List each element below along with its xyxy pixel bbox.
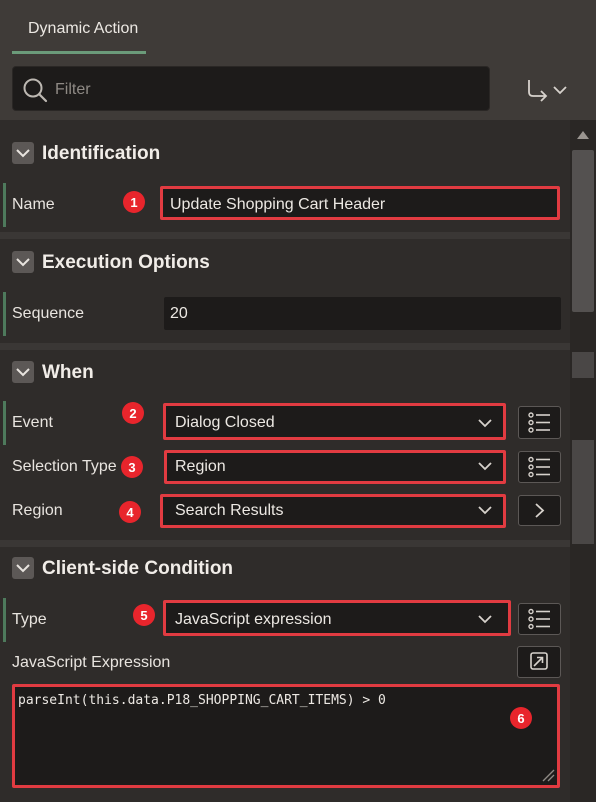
sequence-value: 20 [170,305,188,322]
region-value: Search Results [175,502,284,519]
callout-badge: 1 [123,191,145,213]
section-title-when: When [42,362,94,383]
name-value: Update Shopping Cart Header [170,196,386,213]
sequence-label: Sequence [12,305,85,322]
scrollbar-marker [572,440,594,544]
chevron-down-icon [478,462,492,471]
region-goto-button[interactable] [518,495,561,526]
callout-badge: 4 [119,501,141,523]
section-title-identification: Identification [42,143,161,164]
callout-badge: 5 [133,604,155,626]
section-toggle-execution[interactable] [12,251,34,273]
scroll-up-icon[interactable] [576,128,590,140]
search-input[interactable] [55,78,475,102]
chevron-down-icon [478,419,492,428]
selection-type-list-button[interactable] [518,451,561,483]
chevron-down-icon [16,149,30,158]
required-indicator [3,292,6,336]
chevron-down-icon [16,258,30,267]
expand-icon [530,652,548,670]
section-divider [0,232,570,239]
section-divider [0,540,570,547]
section-toggle-condition[interactable] [12,557,34,579]
list-icon [528,412,550,433]
callout-badge: 6 [510,707,532,729]
scrollbar-marker [572,352,594,378]
selection-type-label: Selection Type [12,458,117,475]
scrollbar-thumb[interactable] [572,150,594,312]
section-toggle-identification[interactable] [12,142,34,164]
tab-label: Dynamic Action [28,20,139,37]
required-indicator [3,183,6,227]
event-value: Dialog Closed [175,414,275,431]
resize-handle-icon[interactable] [541,768,555,782]
callout-badge: 2 [122,402,144,424]
type-list-button[interactable] [518,603,561,635]
required-indicator [3,401,6,445]
goto-icon[interactable] [520,76,572,104]
section-toggle-when[interactable] [12,361,34,383]
list-icon [528,608,550,630]
selection-type-value: Region [175,458,226,475]
expand-editor-button[interactable] [517,646,561,678]
name-label: Name [12,196,55,213]
sequence-field[interactable] [164,297,561,330]
section-divider [0,343,570,350]
section-title-condition: Client-side Condition [42,558,234,579]
type-value: JavaScript expression [175,611,332,628]
event-label: Event [12,414,53,431]
required-indicator [3,598,6,642]
tab-active-indicator [12,51,146,54]
section-title-execution: Execution Options [42,252,210,273]
js-expression-value: parseInt(this.data.P18_SHOPPING_CART_ITE… [18,693,386,708]
region-label: Region [12,502,63,519]
chevron-down-icon [16,368,30,377]
callout-badge: 3 [121,456,143,478]
search-icon [23,78,48,103]
chevron-down-icon [478,506,492,515]
chevron-right-icon [535,503,545,518]
type-label: Type [12,611,47,628]
js-expression-label: JavaScript Expression [12,654,171,671]
list-icon [528,456,550,478]
chevron-down-icon [478,615,492,624]
event-list-button[interactable] [518,406,561,439]
chevron-down-icon [16,564,30,573]
